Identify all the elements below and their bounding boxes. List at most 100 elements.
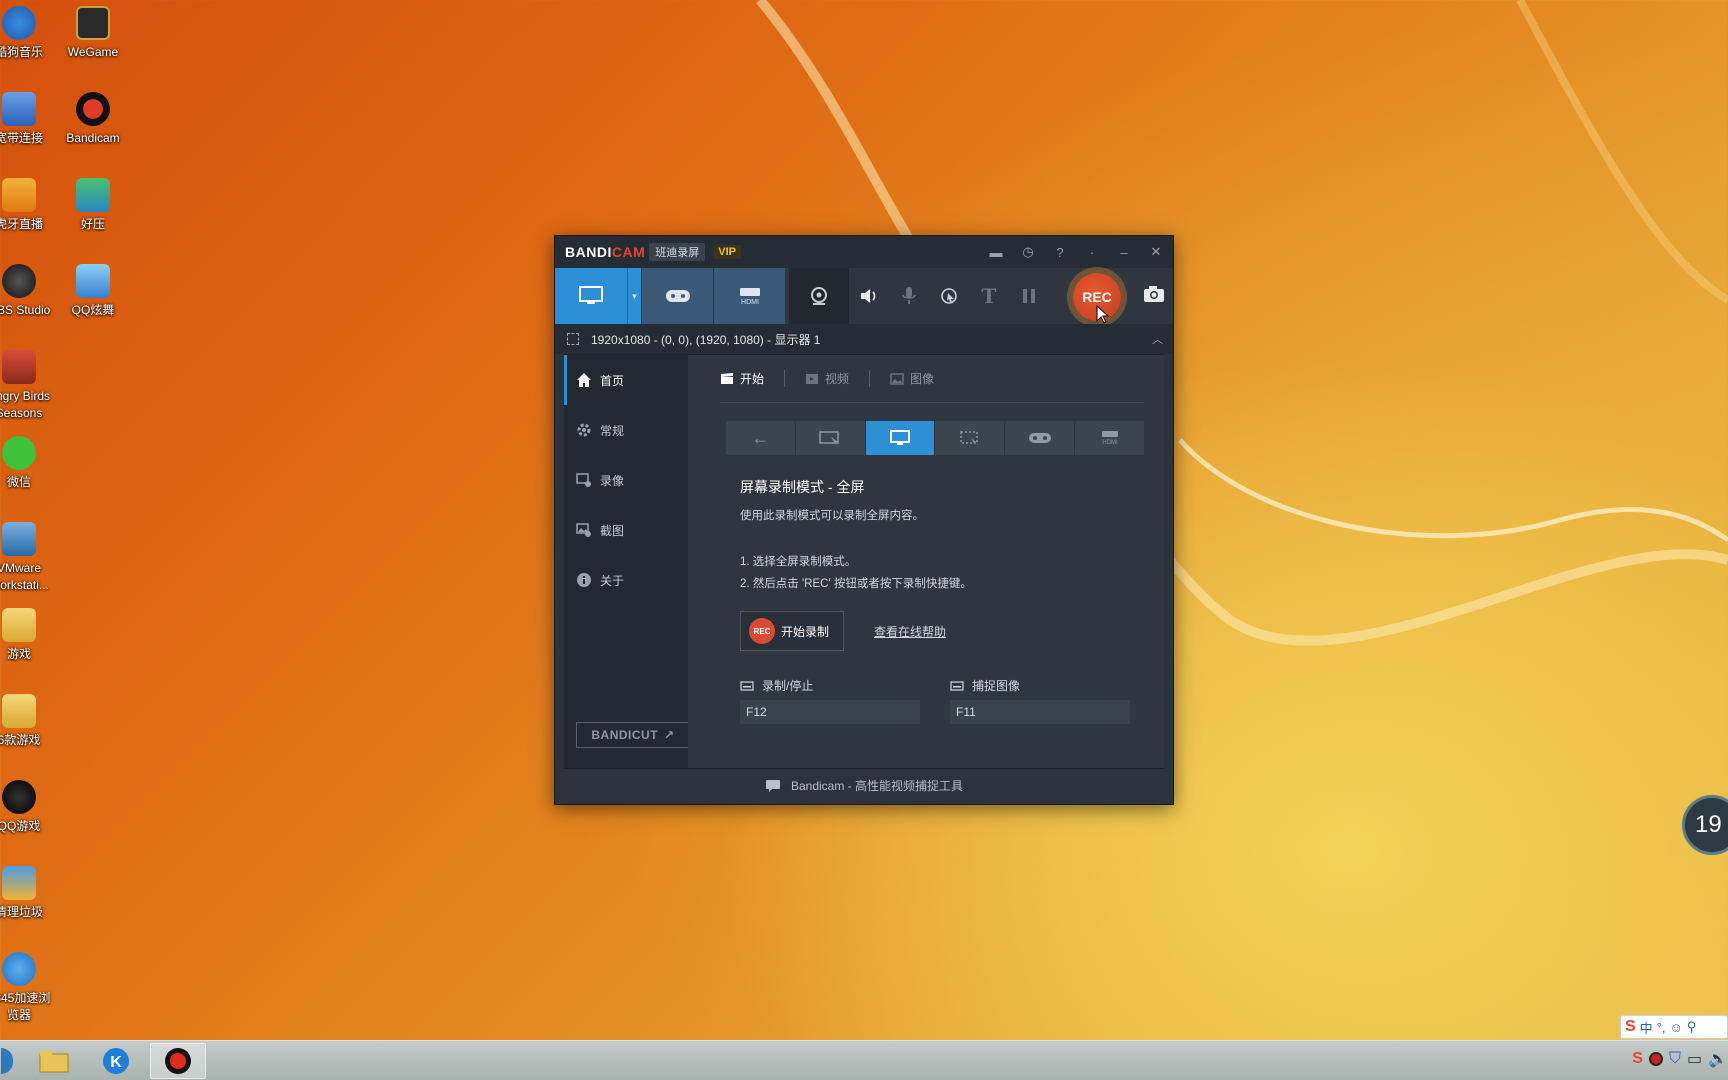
start-button[interactable] xyxy=(0,1043,14,1079)
folder-icon[interactable]: ▬ xyxy=(985,245,1007,260)
title-bar[interactable]: BANDICAM 班迪录屏 VIP ▬ ◷ ? · – ✕ xyxy=(555,236,1173,268)
desktop-icon-wechat[interactable]: 微信 xyxy=(0,436,58,491)
camera-icon xyxy=(1144,286,1164,302)
mode-description: 使用此录制模式可以录制全屏内容。 xyxy=(740,510,924,522)
status-footer: Bandicam - 高性能视频捕捉工具 xyxy=(564,768,1164,802)
desktop-icon-qq-games[interactable]: QQ游戏 xyxy=(0,780,58,835)
kugou-icon xyxy=(2,6,36,40)
mode-region-button[interactable] xyxy=(935,421,1006,455)
desktop-gadget[interactable]: 19 xyxy=(1682,795,1728,855)
desktop-icon-clean[interactable]: 清理垃圾 xyxy=(0,866,58,921)
desktop-icon-obs[interactable]: OBS Studio xyxy=(0,264,58,319)
screen-mode-button[interactable] xyxy=(555,268,627,324)
taskbar-kugou[interactable]: K xyxy=(90,1043,142,1079)
desktop-icon-qqxuanwu[interactable]: QQ炫舞 xyxy=(54,264,132,319)
voice-icon: ⚲ xyxy=(1686,1019,1697,1034)
sidebar-item-label: 录像 xyxy=(600,473,625,488)
microphone-icon xyxy=(902,287,916,304)
bandicam-tray-icon[interactable] xyxy=(1648,1052,1663,1066)
sogou-tray-icon[interactable]: S xyxy=(1632,1050,1643,1068)
desktop-icon-label: Angry Birds Seasons xyxy=(0,389,51,420)
screenshot-button[interactable] xyxy=(1143,285,1165,308)
microphone-button[interactable] xyxy=(889,268,929,324)
desktop-icon-bandicam[interactable]: Bandicam xyxy=(54,92,132,147)
punctuation-icon: °, xyxy=(1656,1019,1666,1035)
close-icon[interactable]: ✕ xyxy=(1145,244,1167,260)
desktop-icon-label: OBS Studio xyxy=(0,303,51,317)
device-mode-button[interactable]: HDMI xyxy=(713,268,785,324)
mode-device-button[interactable]: HDMI xyxy=(1075,421,1144,455)
tab-image[interactable]: 图像 xyxy=(869,370,954,387)
mouse-cursor-icon xyxy=(1096,305,1110,324)
mode-title: 屏幕录制模式 - 全屏 xyxy=(740,479,865,495)
desktop-icon-haozip[interactable]: 好压 xyxy=(54,178,132,233)
online-help-link[interactable]: 查看在线帮助 xyxy=(874,623,946,640)
folder-icon xyxy=(39,1051,69,1073)
pause-button[interactable] xyxy=(1009,268,1049,324)
minimize-icon[interactable]: – xyxy=(1113,245,1135,260)
mode-fullscreen-button[interactable] xyxy=(865,421,936,455)
bandicut-link[interactable]: BANDICUT ↗ xyxy=(576,722,690,748)
desktop-icon-browser[interactable]: 2345加速浏 览器 xyxy=(0,952,58,1024)
sidebar-item-screenshot[interactable]: 截图 xyxy=(564,505,688,555)
desktop-icon-vmware[interactable]: VMware Workstati... xyxy=(0,522,58,594)
mode-back-button[interactable]: ← xyxy=(726,421,796,455)
ime-toolbar[interactable]: S 中 °, ☺ ⚲ xyxy=(1620,1015,1728,1039)
hdmi-icon: HDMI xyxy=(1101,431,1118,446)
main-toolbar: ▾ HDMI T REC xyxy=(555,268,1173,324)
svg-text:HDMI: HDMI xyxy=(741,299,759,306)
region-info-bar[interactable]: 1920x1080 - (0, 0), (1920, 1080) - 显示器 1… xyxy=(555,324,1173,354)
shield-icon[interactable]: ⛉ xyxy=(1669,1050,1681,1068)
clock-icon[interactable]: ◷ xyxy=(1017,244,1039,260)
network-icon xyxy=(2,92,36,126)
sidebar-item-about[interactable]: 关于 xyxy=(564,555,688,605)
menu-icon[interactable]: · xyxy=(1081,245,1103,260)
desktop-icon-label: 微信 xyxy=(6,475,31,489)
brand-text-red: CAM xyxy=(611,244,646,260)
webcam-button[interactable] xyxy=(789,268,849,324)
tab-label: 开始 xyxy=(740,372,765,386)
tab-video[interactable]: 视频 xyxy=(784,370,869,387)
collapse-icon[interactable]: ︿ xyxy=(1152,331,1163,347)
desktop-icon-games[interactable]: 游戏 xyxy=(0,608,58,663)
image-settings-icon xyxy=(576,523,591,537)
desktop-icon-angry-birds[interactable]: Angry Birds Seasons xyxy=(0,350,58,422)
help-icon[interactable]: ? xyxy=(1049,245,1071,260)
mode-dropdown-icon[interactable]: ▾ xyxy=(627,268,641,324)
desktop-icon-six-games[interactable]: 6款游戏 xyxy=(0,694,58,749)
clean-icon xyxy=(2,866,36,900)
taskbar-bandicam[interactable] xyxy=(150,1043,206,1079)
desktop-icon-huya[interactable]: 虎牙直播 xyxy=(0,178,58,233)
tab-start[interactable]: 开始 xyxy=(720,370,784,387)
hotkey-record-field[interactable]: F12 xyxy=(740,700,920,724)
chat-bubble-icon xyxy=(765,779,780,792)
game-mode-button[interactable] xyxy=(641,268,713,324)
taskbar-explorer[interactable] xyxy=(28,1043,80,1079)
sogou-s-icon: S xyxy=(1625,1018,1636,1035)
cursor-effect-button[interactable] xyxy=(929,268,969,324)
hotkey-capture-field[interactable]: F11 xyxy=(950,700,1130,724)
desktop-icon-kugou[interactable]: 酷狗音乐 xyxy=(0,6,58,61)
step-2: 2. 然后点击 'REC' 按钮或者按下录制快捷键。 xyxy=(740,578,972,590)
volume-icon[interactable]: 🔈 xyxy=(1708,1049,1728,1069)
speaker-button[interactable] xyxy=(849,268,889,324)
folder-icon xyxy=(2,608,36,642)
network-icon[interactable]: ▭ xyxy=(1687,1049,1702,1069)
start-recording-button[interactable]: REC 开始录制 xyxy=(740,611,844,651)
mode-rectangle-button[interactable] xyxy=(795,421,866,455)
hotkey-capture: 捕捉图像 F11 xyxy=(950,677,1130,724)
mode-game-button[interactable] xyxy=(1005,421,1076,455)
text-overlay-button[interactable]: T xyxy=(969,268,1009,324)
emoji-icon: ☺ xyxy=(1669,1019,1683,1035)
info-icon xyxy=(577,573,591,587)
sidebar-item-home[interactable]: 首页 xyxy=(564,355,688,405)
desktop-icon-broadband[interactable]: 宽带连接 xyxy=(0,92,58,147)
desktop-icon-label: 2345加速浏 览器 xyxy=(0,991,51,1022)
qqxuanwu-icon xyxy=(76,264,110,298)
sidebar-item-general[interactable]: 常规 xyxy=(564,405,688,455)
hotkey-section: 录制/停止 F12 捕捉图像 F11 xyxy=(740,677,1144,724)
desktop-icon-wegame[interactable]: WeGame xyxy=(54,6,132,61)
desktop-icon-label: 宽带连接 xyxy=(0,131,43,145)
sidebar-item-video[interactable]: 录像 xyxy=(564,455,688,505)
clapper-icon xyxy=(721,373,733,384)
